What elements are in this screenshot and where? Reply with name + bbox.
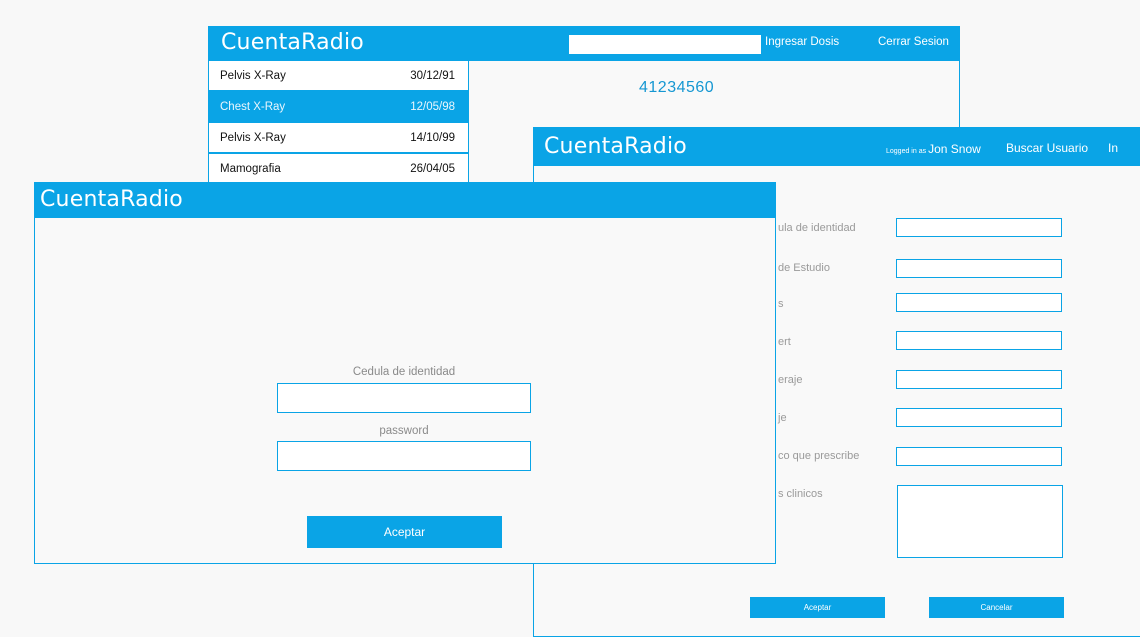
patient-id-display: 41234560 bbox=[639, 79, 715, 96]
study-date: 26/04/05 bbox=[410, 163, 455, 175]
password-input[interactable] bbox=[277, 441, 531, 471]
logged-in-prefix: Logged in as bbox=[886, 148, 927, 155]
history-header: CuentaRadio Ingresar Dosis Cerrar Sesion bbox=[209, 27, 959, 61]
study-date: 30/12/91 bbox=[410, 70, 455, 82]
tipo-estudio-field[interactable] bbox=[896, 259, 1062, 278]
field-label: de Estudio bbox=[778, 262, 830, 274]
study-row[interactable]: Mamografia 26/04/05 bbox=[209, 154, 468, 185]
login-window: CuentaRadio Cedula de identidad password… bbox=[34, 182, 776, 564]
form-field-5[interactable] bbox=[896, 370, 1062, 389]
cedula-input[interactable] bbox=[277, 383, 531, 413]
field-label: ert bbox=[778, 336, 791, 348]
user-name: Jon Snow bbox=[928, 142, 981, 156]
field-label: s bbox=[778, 298, 784, 310]
study-date: 12/05/98 bbox=[410, 101, 455, 113]
app-brand: CuentaRadio bbox=[221, 30, 364, 55]
app-brand: CuentaRadio bbox=[544, 134, 687, 159]
field-label: je bbox=[778, 412, 787, 424]
study-name: Chest X-Ray bbox=[220, 101, 286, 113]
notes-label: s clinicos bbox=[778, 488, 823, 500]
form-field-4[interactable] bbox=[896, 331, 1062, 350]
search-input[interactable] bbox=[569, 35, 761, 54]
cedula-field[interactable] bbox=[896, 218, 1062, 237]
ingresar-dosis-link[interactable]: Ingresar Dosis bbox=[765, 36, 839, 48]
study-name: Pelvis X-Ray bbox=[220, 132, 286, 144]
medico-prescribe-field[interactable] bbox=[896, 447, 1062, 466]
study-date: 14/10/99 bbox=[410, 132, 455, 144]
password-label: password bbox=[379, 425, 429, 437]
form-field-6[interactable] bbox=[896, 408, 1062, 427]
logged-in-indicator: Logged in as Jon Snow bbox=[886, 142, 981, 156]
form-field-3[interactable] bbox=[896, 293, 1062, 312]
study-name: Mamografia bbox=[220, 163, 281, 175]
study-row-selected[interactable]: Chest X-Ray 12/05/98 bbox=[209, 92, 468, 123]
buscar-usuario-link[interactable]: Buscar Usuario bbox=[1006, 141, 1088, 155]
study-list: Pelvis X-Ray 30/12/91 Chest X-Ray 12/05/… bbox=[209, 61, 469, 185]
field-label: co que prescribe bbox=[778, 450, 860, 462]
ingresar-link-partial[interactable]: In bbox=[1108, 141, 1118, 155]
study-row[interactable]: Pelvis X-Ray 14/10/99 bbox=[209, 123, 468, 154]
clinical-notes-textarea[interactable] bbox=[897, 485, 1063, 558]
login-submit-button[interactable]: Aceptar bbox=[307, 516, 502, 548]
login-header: CuentaRadio bbox=[35, 183, 775, 218]
cerrar-sesion-link[interactable]: Cerrar Sesion bbox=[878, 36, 949, 48]
study-row[interactable]: Pelvis X-Ray 30/12/91 bbox=[209, 61, 468, 92]
cedula-label: Cedula de identidad bbox=[352, 366, 456, 378]
app-brand: CuentaRadio bbox=[40, 187, 183, 212]
field-label: ula de identidad bbox=[778, 222, 856, 234]
accept-button[interactable]: Aceptar bbox=[750, 597, 885, 618]
study-name: Pelvis X-Ray bbox=[220, 70, 286, 82]
study-form-header: CuentaRadio Logged in as Jon Snow Buscar … bbox=[534, 128, 1140, 166]
field-label: eraje bbox=[778, 374, 803, 386]
cancel-button[interactable]: Cancelar bbox=[929, 597, 1064, 618]
